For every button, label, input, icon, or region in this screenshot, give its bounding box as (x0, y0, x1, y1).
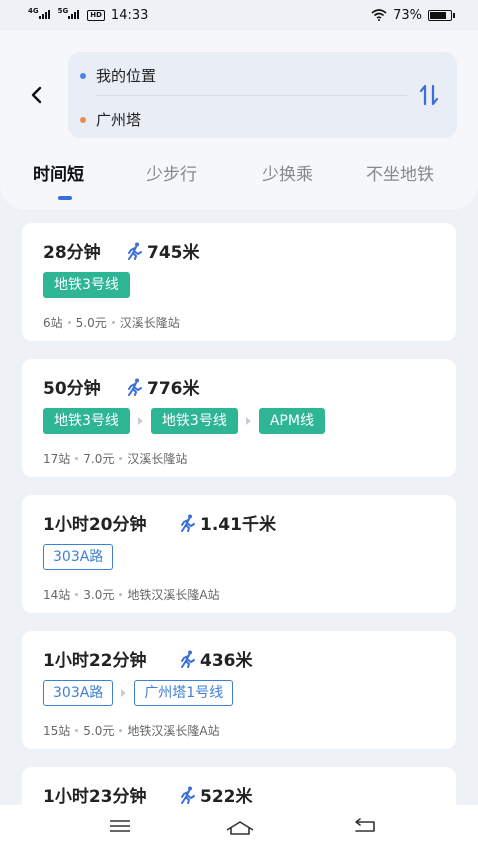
stop-count: 17站 (43, 452, 71, 466)
plan-meta: 14站 3.0元 地铁汉溪长隆A站 (43, 586, 220, 603)
line-list: 地铁3号线 地铁3号线 APM线 (43, 408, 325, 434)
plan-meta: 15站 5.0元 地铁汉溪长隆A站 (43, 722, 220, 739)
fare: 3.0元 (83, 588, 115, 602)
system-nav-bar (0, 805, 478, 850)
plan-walk: 436米 (180, 646, 253, 671)
fare: 5.0元 (75, 316, 107, 330)
boarding-station: 汉溪长隆站 (127, 452, 188, 466)
tab-less-walking[interactable]: 少步行 (146, 160, 197, 185)
walk-distance: 1.41千米 (200, 515, 276, 535)
route-plan-card[interactable]: 50分钟 776米 地铁3号线 地铁3号线 APM线 17站 7.0元 汉溪长隆… (22, 359, 456, 477)
menu-icon[interactable] (108, 817, 132, 835)
origin-dot-icon (80, 72, 86, 79)
plan-duration: 28分钟 (43, 243, 101, 263)
plan-walk: 745米 (127, 238, 200, 263)
walk-distance: 522米 (200, 787, 253, 807)
line-list: 303A路 (43, 544, 114, 570)
plan-duration: 1小时22分钟 (43, 651, 147, 671)
tab-fewer-transfers[interactable]: 少换乘 (262, 160, 313, 185)
boarding-station: 地铁汉溪长隆A站 (127, 724, 220, 738)
subway-line-badge: 地铁3号线 (43, 272, 130, 298)
plan-walk: 1.41千米 (180, 510, 276, 535)
plan-walk: 522米 (180, 782, 253, 807)
route-input-box: 我的位置 广州塔 (68, 52, 457, 138)
tab-no-subway[interactable]: 不坐地铁 (366, 160, 434, 185)
wifi-icon (371, 9, 387, 21)
transfer-arrow-icon (121, 689, 127, 697)
status-bar: 4G 5G HD 14:33 73% (0, 0, 478, 30)
fare: 5.0元 (83, 724, 115, 738)
walk-icon (128, 378, 142, 396)
swap-button[interactable] (419, 83, 439, 107)
fare: 7.0元 (83, 452, 115, 466)
bus-line-badge: 广州塔1号线 (134, 680, 234, 706)
back-nav-icon[interactable] (352, 817, 378, 835)
subway-line-badge: 地铁3号线 (43, 408, 130, 434)
destination-label: 广州塔 (96, 111, 142, 129)
clock: 14:33 (110, 7, 149, 23)
walk-icon (128, 242, 142, 260)
walk-icon (181, 514, 195, 532)
stop-count: 6站 (43, 316, 63, 330)
stop-count: 14站 (43, 588, 71, 602)
sort-tabs: 时间短 少步行 少换乘 不坐地铁 (0, 160, 478, 200)
home-icon[interactable] (224, 817, 256, 837)
route-plan-card[interactable]: 28分钟 745米 地铁3号线 6站 5.0元 汉溪长隆站 (22, 223, 456, 341)
chevron-left-icon (31, 86, 42, 104)
transfer-arrow-icon (245, 417, 251, 425)
bus-line-badge: 303A路 (43, 680, 114, 706)
active-tab-indicator (58, 196, 72, 200)
plan-meta: 17站 7.0元 汉溪长隆站 (43, 450, 187, 467)
tab-shortest-time[interactable]: 时间短 (33, 160, 84, 185)
plan-meta: 6站 5.0元 汉溪长隆站 (43, 314, 180, 331)
hd-icon: HD (87, 9, 105, 21)
origin-label: 我的位置 (96, 67, 157, 85)
boarding-station: 地铁汉溪长隆A站 (127, 588, 220, 602)
walk-distance: 776米 (147, 379, 200, 399)
line-list: 地铁3号线 (43, 272, 130, 298)
boarding-station: 汉溪长隆站 (119, 316, 180, 330)
signal-5g: 5G (58, 7, 82, 23)
destination-field[interactable]: 广州塔 (80, 109, 141, 130)
bus-line-badge: 303A路 (43, 544, 114, 570)
destination-dot-icon (80, 116, 86, 123)
line-list: 303A路 广州塔1号线 (43, 680, 234, 706)
route-plan-card[interactable]: 1小时20分钟 1.41千米 303A路 14站 3.0元 地铁汉溪长隆A站 (22, 495, 456, 613)
plan-duration: 1小时23分钟 (43, 787, 147, 807)
swap-arrows-icon (419, 84, 439, 106)
subway-line-badge: APM线 (258, 408, 325, 434)
route-header: 我的位置 广州塔 时间短 少步行 少换乘 不坐地铁 (0, 30, 478, 210)
walk-distance: 745米 (147, 243, 200, 263)
stop-count: 15站 (43, 724, 71, 738)
battery-icon (428, 9, 455, 21)
battery-percent: 73% (393, 7, 422, 23)
back-button[interactable] (26, 82, 46, 108)
route-plan-card[interactable]: 1小时22分钟 436米 303A路 广州塔1号线 15站 5.0元 地铁汉溪长… (22, 631, 456, 749)
transfer-arrow-icon (137, 417, 143, 425)
walk-distance: 436米 (200, 651, 253, 671)
signal-4g: 4G (28, 7, 52, 23)
plan-walk: 776米 (127, 374, 200, 399)
walk-icon (181, 650, 195, 668)
divider (96, 95, 407, 96)
origin-field[interactable]: 我的位置 (80, 65, 156, 86)
subway-line-badge: 地铁3号线 (150, 408, 238, 434)
plan-duration: 50分钟 (43, 379, 101, 399)
plan-duration: 1小时20分钟 (43, 515, 147, 535)
walk-icon (181, 786, 195, 804)
